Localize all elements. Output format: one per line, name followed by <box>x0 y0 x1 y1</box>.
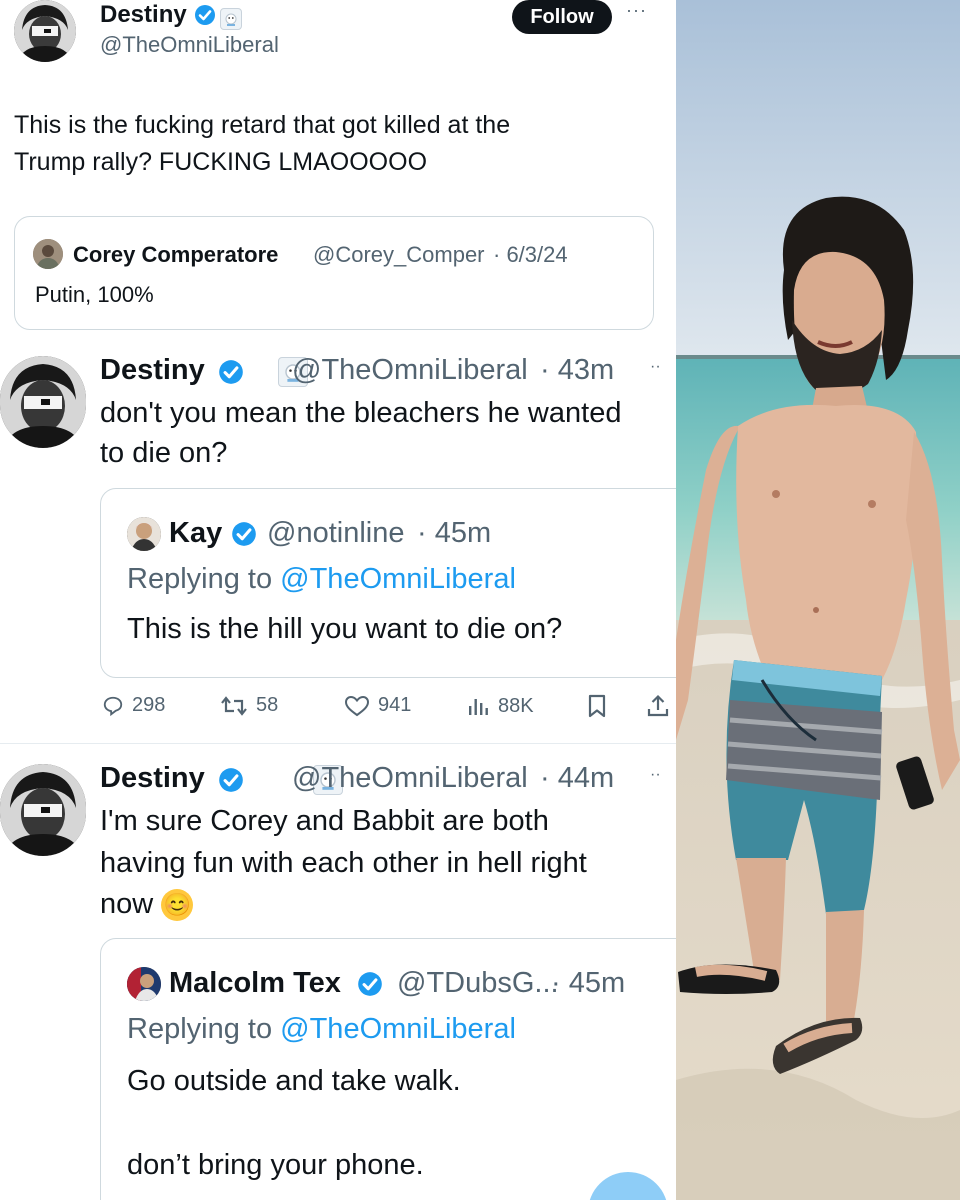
quoted-timestamp: · 45m <box>551 967 626 999</box>
quoted-text: Putin, 100% <box>35 282 154 307</box>
verified-badge-icon <box>218 767 244 798</box>
reply-timestamp[interactable]: · 44m <box>540 760 614 796</box>
reply-text-now: now <box>100 888 154 920</box>
divider <box>0 743 676 744</box>
quoted-tweet[interactable]: Corey Comperatore @Corey_Comper · 6/3/24… <box>14 216 654 330</box>
reply-text-line: I'm sure Corey and Babbit are both <box>100 805 549 837</box>
reply-icon <box>103 696 123 716</box>
reply-timestamp[interactable]: · 43m <box>540 352 614 388</box>
quoted-author-handle: @Corey_Comper <box>313 242 485 267</box>
bookmark-action[interactable] <box>586 694 608 718</box>
verified-badge-icon <box>357 971 383 1002</box>
quoted-author-handle: @TDubsG... <box>397 967 559 999</box>
replying-to: Replying to @TheOmniLiberal <box>127 561 516 597</box>
replying-to-link[interactable]: @TheOmniLiberal <box>280 1013 516 1045</box>
replying-to-prefix: Replying to <box>127 563 281 595</box>
views-action[interactable]: 88K <box>466 694 534 718</box>
quoted-text-line: Go outside and take walk. <box>127 1065 461 1097</box>
reply-text-line: don't you mean the bleachers he wanted <box>100 397 622 429</box>
share-action[interactable] <box>646 694 670 718</box>
reply-author-avatar[interactable] <box>0 764 86 856</box>
beach-photo <box>676 0 960 1200</box>
tweet-text-line: This is the fucking retard that got kill… <box>14 111 511 139</box>
author-avatar[interactable] <box>14 0 76 62</box>
more-options-icon[interactable]: ·· <box>650 358 661 376</box>
verified-badge-icon <box>194 4 216 31</box>
quoted-author-handle: @notinline <box>267 517 405 549</box>
like-action[interactable]: 941 <box>344 694 411 717</box>
quoted-date: · 6/3/24 <box>493 242 568 267</box>
bookmark-icon <box>588 694 606 718</box>
verified-badge-icon <box>218 359 244 390</box>
quoted-text: This is the hill you want to die on? <box>127 613 563 645</box>
reply-text-line: having fun with each other in hell right <box>100 847 587 879</box>
reply-count: 298 <box>132 694 166 716</box>
replying-to-link[interactable]: @TheOmniLiberal <box>280 563 516 595</box>
author-handle[interactable]: @TheOmniLiberal <box>100 30 279 60</box>
quoted-author-name: Malcolm Tex <box>169 967 341 999</box>
follow-button[interactable]: Follow <box>512 0 612 34</box>
tweet-text-line: Trump rally? FUCKING LMAOOOOO <box>14 148 428 176</box>
views-icon <box>469 699 488 715</box>
views-count: 88K <box>498 694 534 717</box>
reply-text-line: now 😊 <box>100 885 194 923</box>
reply-author-handle[interactable]: @TheOmniLiberal <box>292 760 528 796</box>
replying-to: Replying to @TheOmniLiberal <box>127 1011 516 1047</box>
quoted-author-avatar <box>127 967 161 1001</box>
retweet-icon <box>221 695 247 716</box>
smiling-face-emoji: 😊 <box>161 889 194 922</box>
author-name[interactable]: Destiny <box>100 0 187 30</box>
quoted-tweet[interactable]: Malcolm Tex @TDubsG... · 45m Replying to… <box>100 938 676 1200</box>
verified-badge-icon <box>231 521 257 552</box>
share-icon <box>647 694 669 717</box>
quoted-author-avatar <box>127 517 161 551</box>
quoted-author-avatar <box>33 239 63 269</box>
reply-action[interactable]: 298 <box>102 694 165 717</box>
reply-author-name[interactable]: Destiny <box>100 760 205 796</box>
quoted-author-name: Kay <box>169 517 223 549</box>
affiliate-badge-icon <box>220 8 242 30</box>
tweet-thread-screenshot: Destiny @TheOmniLiberal Follow ··· This … <box>0 0 676 1200</box>
retweet-action[interactable]: 58 <box>220 694 278 717</box>
reply-author-avatar[interactable] <box>0 356 86 448</box>
quoted-text-line: don’t bring your phone. <box>127 1149 424 1181</box>
like-count: 941 <box>378 694 412 716</box>
reply-text-line: to die on? <box>100 437 228 469</box>
quoted-timestamp: · 45m <box>417 517 492 549</box>
like-icon <box>344 695 370 716</box>
quoted-tweet[interactable]: Kay @notinline · 45m Replying to @TheOmn… <box>100 488 676 678</box>
more-options-icon[interactable]: ··· <box>626 0 647 21</box>
more-options-icon[interactable]: ·· <box>650 766 661 784</box>
quoted-author-name: Corey Comperatore <box>73 242 279 267</box>
reply-author-name[interactable]: Destiny <box>100 352 205 388</box>
replying-to-prefix: Replying to <box>127 1013 281 1045</box>
reply-author-handle[interactable]: @TheOmniLiberal <box>292 352 528 388</box>
retweet-count: 58 <box>256 694 279 716</box>
